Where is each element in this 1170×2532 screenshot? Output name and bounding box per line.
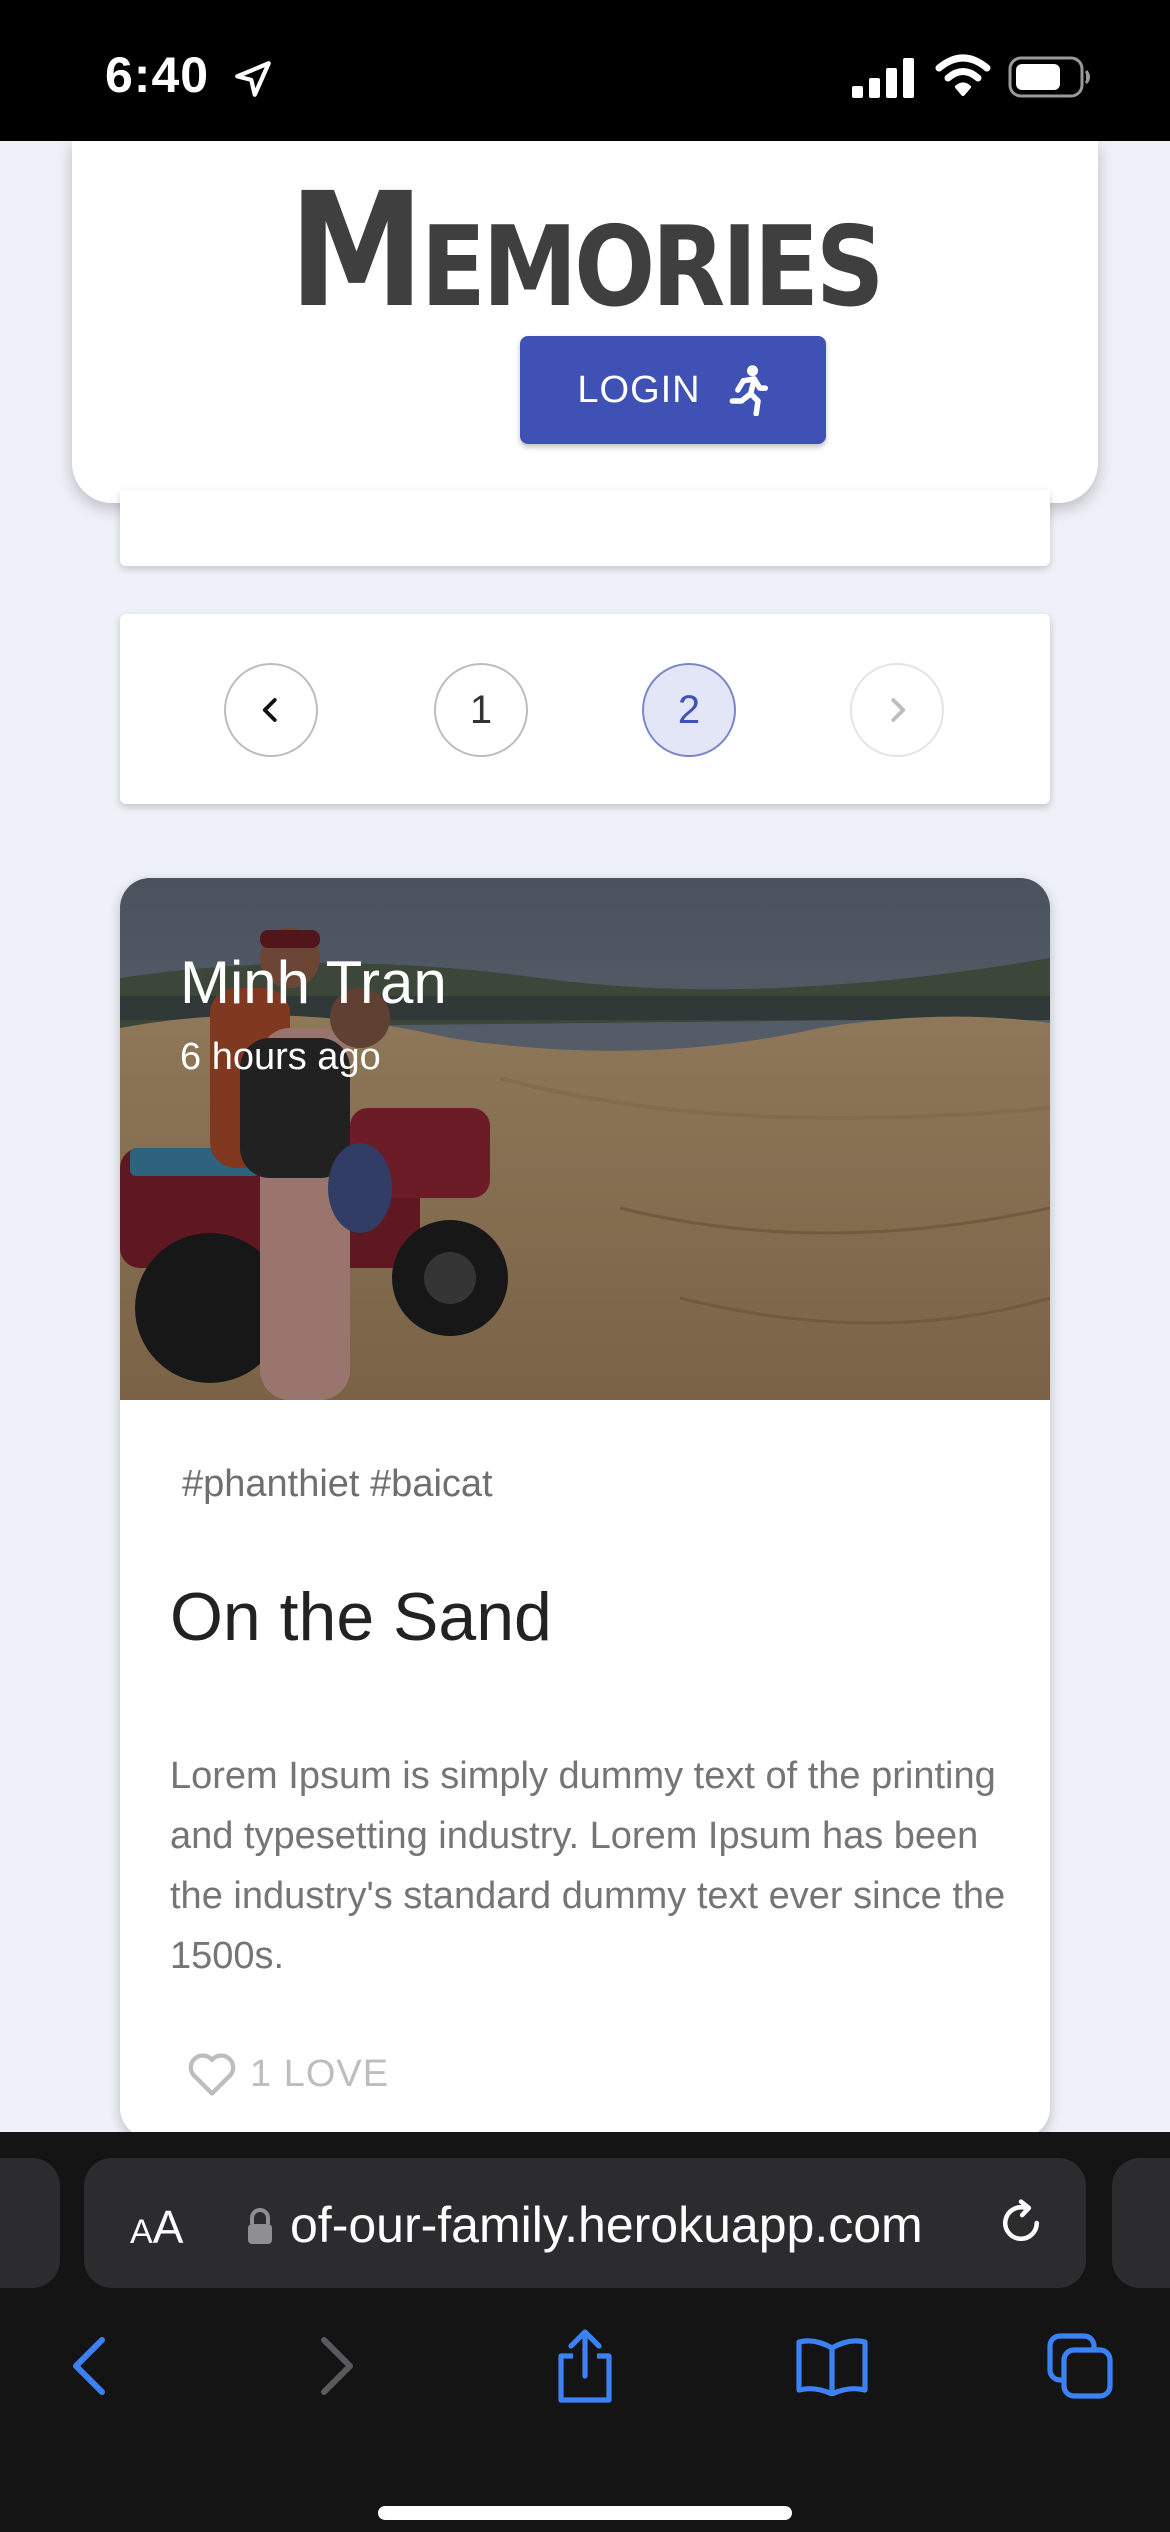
- next-tab-preview[interactable]: [1112, 2158, 1170, 2288]
- home-indicator: [378, 2506, 792, 2520]
- share-icon: [558, 2329, 612, 2403]
- tabs-button[interactable]: [1040, 2326, 1120, 2406]
- back-icon: [73, 2337, 105, 2395]
- location-arrow-icon: [235, 61, 271, 97]
- forward-icon: [321, 2337, 353, 2395]
- login-label: LOGIN: [577, 368, 701, 411]
- status-time: 6:40: [105, 47, 210, 103]
- next-page-button[interactable]: [850, 663, 944, 757]
- post-title: On the Sand: [170, 1579, 552, 1655]
- post-time: 6 hours ago: [180, 1036, 381, 1078]
- app-header: Memories LOGIN: [72, 141, 1098, 503]
- browser-chrome: AAAA of-our-family.herokuapp.com: [0, 2132, 1170, 2532]
- like-button[interactable]: 1 LOVE: [186, 2050, 389, 2098]
- post-body: Lorem Ipsum is simply dummy text of the …: [170, 1755, 1006, 1977]
- page-2-button[interactable]: 2: [642, 663, 736, 757]
- previous-tab-preview[interactable]: [0, 2158, 60, 2288]
- cellular-signal-icon: [852, 58, 914, 98]
- chevron-left-icon: [262, 698, 277, 722]
- post-card[interactable]: Minh Tran 6 hours ago #phanthiet #baicat…: [120, 878, 1050, 2138]
- status-bar: 6:40: [0, 0, 1170, 141]
- search-card-edge: [120, 490, 1050, 566]
- previous-page-button[interactable]: [224, 663, 318, 757]
- chevron-right-icon: [891, 698, 906, 722]
- login-button[interactable]: LOGIN: [520, 336, 826, 444]
- post-tags: #phanthiet #baicat: [182, 1463, 493, 1505]
- battery-icon: [1008, 56, 1090, 98]
- app-title: Memories: [288, 159, 884, 343]
- heart-outline-icon: [188, 2053, 236, 2096]
- reload-icon[interactable]: [994, 2196, 1048, 2250]
- like-count: 1 LOVE: [250, 2052, 390, 2095]
- text-size-button[interactable]: AAAA: [130, 2200, 183, 2254]
- lock-icon: [248, 2208, 272, 2244]
- share-button[interactable]: [545, 2326, 625, 2406]
- bookmarks-icon: [796, 2338, 868, 2396]
- bookmarks-button[interactable]: [792, 2326, 872, 2406]
- page-1-button[interactable]: 1: [434, 663, 528, 757]
- tabs-icon: [1047, 2333, 1113, 2399]
- wifi-icon: [935, 54, 991, 96]
- pagination: 1 2: [120, 614, 1050, 804]
- back-button[interactable]: [48, 2326, 128, 2406]
- running-person-icon: [729, 365, 768, 416]
- address-bar[interactable]: AAAA of-our-family.herokuapp.com: [84, 2158, 1086, 2288]
- post-author: Minh Tran: [180, 949, 447, 1016]
- url-text: of-our-family.herokuapp.com: [290, 2197, 923, 2253]
- forward-button[interactable]: [298, 2326, 378, 2406]
